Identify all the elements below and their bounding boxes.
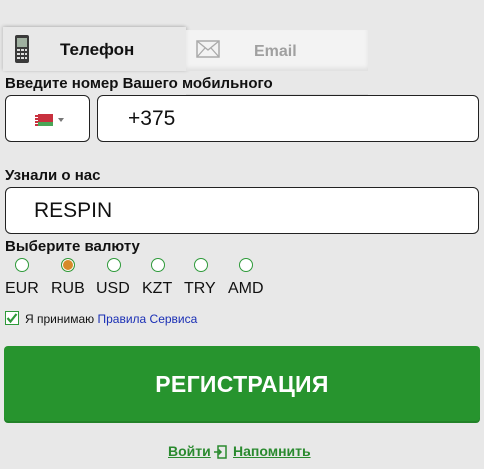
currency-label-usd: USD <box>96 280 130 297</box>
login-arrow-icon <box>213 445 227 464</box>
register-button[interactable]: РЕГИСТРАЦИЯ <box>4 346 480 423</box>
currency-radio-kzt[interactable] <box>151 258 165 272</box>
belarus-flag-icon <box>35 114 53 126</box>
currency-label-eur: EUR <box>5 280 39 297</box>
login-link[interactable]: Войти <box>168 443 211 459</box>
currency-field-label: Выберите валюту <box>5 238 140 255</box>
referral-input-value: RESPIN <box>34 199 113 222</box>
phone-field-label: Введите номер Вашего мобильного <box>5 75 273 92</box>
terms-checkbox[interactable] <box>5 311 19 325</box>
terms-agree-text: Я принимаю Правила Сервиса <box>25 312 197 326</box>
tab-bar: Телефон Email <box>0 25 484 96</box>
tab-email-label: Email <box>254 43 297 60</box>
currency-radio-rub[interactable] <box>61 258 75 272</box>
country-select[interactable] <box>5 95 90 142</box>
referral-field-label: Узнали о нас <box>5 167 101 184</box>
chevron-down-icon <box>58 118 64 122</box>
mobile-phone-icon <box>12 34 32 69</box>
currency-label-try: TRY <box>184 280 216 297</box>
terms-link[interactable]: Правила Сервиса <box>97 312 197 326</box>
envelope-icon <box>196 40 220 63</box>
currency-radio-amd[interactable] <box>239 258 253 272</box>
tab-phone[interactable]: Телефон <box>3 27 186 71</box>
agree-label: Я принимаю <box>25 312 95 326</box>
currency-radio-usd[interactable] <box>107 258 121 272</box>
remind-password-link[interactable]: Напомнить <box>233 443 311 459</box>
login-link-wrap: Войти <box>168 443 211 459</box>
currency-label-rub: RUB <box>51 280 85 297</box>
phone-input-value: +375 <box>128 107 176 130</box>
checkmark-icon <box>6 313 18 324</box>
remind-link-wrap: Напомнить <box>233 443 311 459</box>
currency-radio-try[interactable] <box>194 258 208 272</box>
referral-input[interactable]: RESPIN <box>5 187 479 234</box>
tab-phone-label: Телефон <box>60 40 135 59</box>
currency-label-amd: AMD <box>228 280 264 297</box>
phone-input[interactable]: +375 <box>97 95 479 142</box>
currency-radio-eur[interactable] <box>15 258 29 272</box>
currency-label-kzt: KZT <box>142 280 173 297</box>
tab-email[interactable]: Email <box>186 30 368 71</box>
